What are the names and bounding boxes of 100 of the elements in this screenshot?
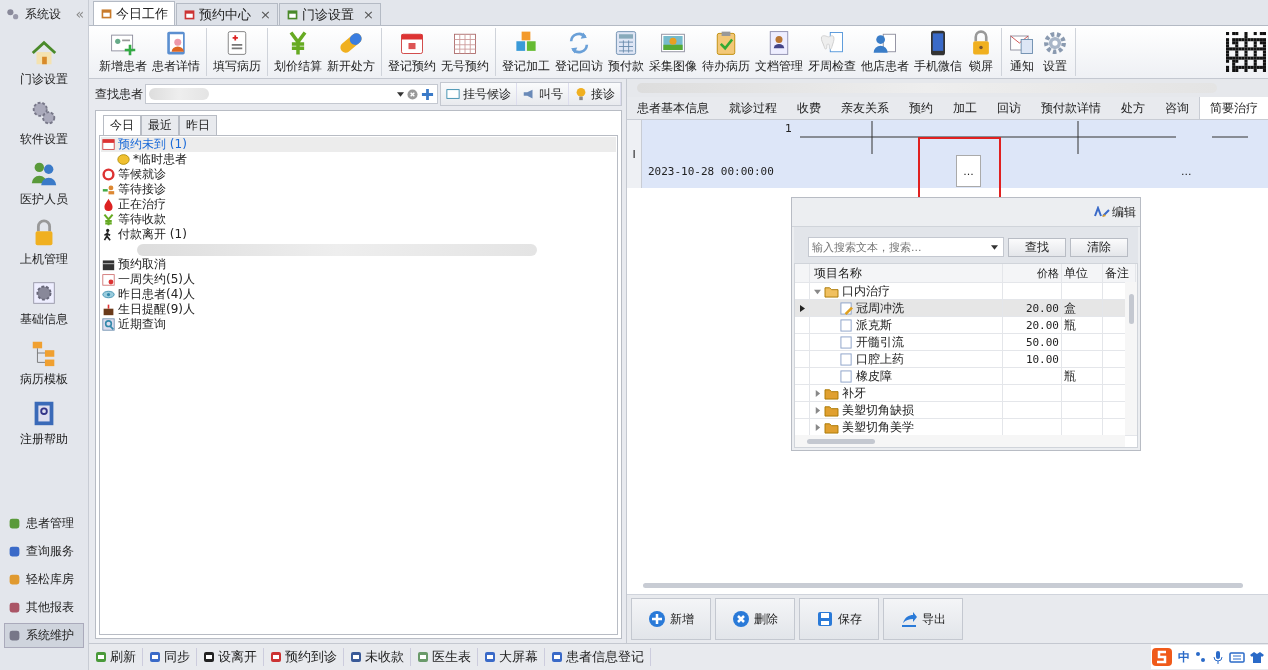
- tab[interactable]: 预付款详情: [1031, 97, 1111, 119]
- search-field[interactable]: 输入搜索文本，搜索...: [808, 237, 1004, 257]
- shirt-icon[interactable]: [1250, 651, 1264, 663]
- tab[interactable]: 预约中心 ×: [176, 3, 278, 25]
- toolbar-button[interactable]: 设置: [1039, 29, 1071, 75]
- toolbar-button[interactable]: 预付款: [606, 29, 646, 75]
- module-button[interactable]: 轻松库房: [4, 567, 84, 592]
- tab[interactable]: 咨询: [1155, 97, 1199, 119]
- toolbar-button[interactable]: 无号预约: [439, 29, 491, 75]
- tree-cell[interactable]: 美塑切角缺损: [810, 402, 1003, 418]
- patient-search-field[interactable]: [145, 84, 438, 104]
- close-icon[interactable]: ×: [362, 7, 374, 22]
- status-button[interactable]: 未收款: [344, 648, 411, 666]
- input-mode-indicator[interactable]: 中: [1178, 648, 1190, 666]
- find-button[interactable]: 查找: [1008, 237, 1066, 257]
- tree-item[interactable]: *临时患者: [101, 152, 616, 167]
- tree-item[interactable]: 预约未到 (1): [101, 137, 616, 152]
- dropdown-arrow-icon[interactable]: [991, 244, 998, 250]
- toolbar-button[interactable]: 手机微信: [912, 29, 964, 75]
- toolbar-button[interactable]: 牙周检查: [806, 29, 858, 75]
- tree-item[interactable]: 一周失约(5)人: [101, 272, 616, 287]
- punctuation-icon[interactable]: [1195, 650, 1207, 664]
- tab[interactable]: 今日: [103, 115, 141, 135]
- clear-button[interactable]: 清除: [1070, 237, 1128, 257]
- tree-item[interactable]: 预约取消: [101, 257, 616, 272]
- tab[interactable]: 就诊过程: [719, 97, 787, 119]
- tree-cell[interactable]: 派克斯: [810, 317, 1003, 333]
- sidebar-item[interactable]: 病历模板: [16, 336, 72, 390]
- input-method-logo-icon[interactable]: [1151, 647, 1173, 667]
- tab[interactable]: 最近: [141, 115, 179, 135]
- microphone-icon[interactable]: [1212, 650, 1224, 664]
- toolbar-button[interactable]: 新增患者: [97, 29, 149, 75]
- status-button[interactable]: 医生表: [411, 648, 478, 666]
- toolbar-button[interactable]: 登记加工: [500, 29, 552, 75]
- sidebar-item[interactable]: 注册帮助: [16, 396, 72, 450]
- sidebar-item[interactable]: 医护人员: [16, 156, 72, 210]
- plus-icon[interactable]: [421, 87, 434, 101]
- tab[interactable]: 昨日: [179, 115, 217, 135]
- tree-item[interactable]: 正在治疗: [101, 197, 616, 212]
- tree-item[interactable]: 等待收款: [101, 212, 616, 227]
- toolbar-button[interactable]: 填写病历: [211, 29, 263, 75]
- toolbar-button[interactable]: 采集图像: [647, 29, 699, 75]
- tree-item[interactable]: 近期查询: [101, 317, 616, 332]
- sidebar-item[interactable]: 软件设置: [16, 96, 72, 150]
- status-button[interactable]: 大屏幕: [478, 648, 545, 666]
- toolbar-button[interactable]: 新开处方: [325, 29, 377, 75]
- status-button[interactable]: 患者信息登记: [545, 648, 651, 666]
- tree-item[interactable]: 生日提醒(9)人: [101, 302, 616, 317]
- toolbar-button[interactable]: 登记回访: [553, 29, 605, 75]
- collapsed-arrow-icon[interactable]: [814, 406, 821, 414]
- tree-cell[interactable]: 补牙: [810, 385, 1003, 401]
- status-button[interactable]: 设离开: [197, 648, 264, 666]
- sidebar-item[interactable]: 基础信息: [16, 276, 72, 330]
- toolbar-button[interactable]: 划价结算: [272, 29, 324, 75]
- tab[interactable]: 回访: [987, 97, 1031, 119]
- module-button[interactable]: 患者管理: [4, 511, 84, 536]
- toolbar-button[interactable]: 待办病历: [700, 29, 752, 75]
- toolbar-button[interactable]: 通知: [1006, 29, 1038, 75]
- scrollbar-thumb[interactable]: [1128, 294, 1134, 324]
- tab[interactable]: 加工: [943, 97, 987, 119]
- tree-cell[interactable]: 橡皮障: [810, 368, 1003, 384]
- sidebar-item[interactable]: 上机管理: [16, 216, 72, 270]
- edit-button[interactable]: 编辑: [1094, 203, 1136, 221]
- module-button[interactable]: 查询服务: [4, 539, 84, 564]
- toolbar-button[interactable]: 他店患者: [859, 29, 911, 75]
- edit-button[interactable]: ...: [956, 155, 981, 187]
- tree-item[interactable]: 昨日患者(4)人: [101, 287, 616, 302]
- column-header[interactable]: 项目名称: [810, 264, 1003, 282]
- column-header[interactable]: 单位: [1062, 264, 1103, 282]
- tab[interactable]: 收费: [787, 97, 831, 119]
- tree-item[interactable]: 等候就诊: [101, 167, 616, 182]
- dropdown-arrow-icon[interactable]: [397, 91, 404, 97]
- tree-item[interactable]: 等待接诊: [101, 182, 616, 197]
- tree-item[interactable]: 付款离开 (1): [101, 227, 616, 242]
- action-button[interactable]: 保存: [799, 598, 879, 640]
- toolbar-button[interactable]: 登记预约: [386, 29, 438, 75]
- status-button[interactable]: 同步: [143, 648, 197, 666]
- queue-button[interactable]: 接诊: [569, 83, 621, 105]
- status-button[interactable]: 刷新: [89, 648, 143, 666]
- tree-cell[interactable]: 口内治疗: [810, 283, 1003, 299]
- action-button[interactable]: 导出: [883, 598, 963, 640]
- toolbar-button[interactable]: 锁屏: [965, 29, 997, 75]
- collapsed-arrow-icon[interactable]: [814, 389, 821, 397]
- status-button[interactable]: 预约到诊: [264, 648, 344, 666]
- action-button[interactable]: 新增: [631, 598, 711, 640]
- scrollbar-thumb[interactable]: [643, 582, 1243, 588]
- sidebar-item[interactable]: 门诊设置: [16, 36, 72, 90]
- tree-cell[interactable]: 口腔上药: [810, 351, 1003, 367]
- tab[interactable]: 患者基本信息: [627, 97, 719, 119]
- tab[interactable]: 门诊设置 ×: [278, 3, 381, 25]
- module-button[interactable]: 系统维护: [4, 623, 84, 648]
- toolbar-button[interactable]: 患者详情: [150, 29, 202, 75]
- tab[interactable]: 亲友关系: [831, 97, 899, 119]
- column-header[interactable]: 价格: [1003, 264, 1062, 282]
- tab[interactable]: 简要治疗: [1199, 97, 1268, 119]
- expanded-arrow-icon[interactable]: [814, 287, 821, 295]
- keyboard-icon[interactable]: [1229, 651, 1245, 663]
- tab[interactable]: 处方: [1111, 97, 1155, 119]
- tab[interactable]: 预约: [899, 97, 943, 119]
- module-button[interactable]: 其他报表: [4, 595, 84, 620]
